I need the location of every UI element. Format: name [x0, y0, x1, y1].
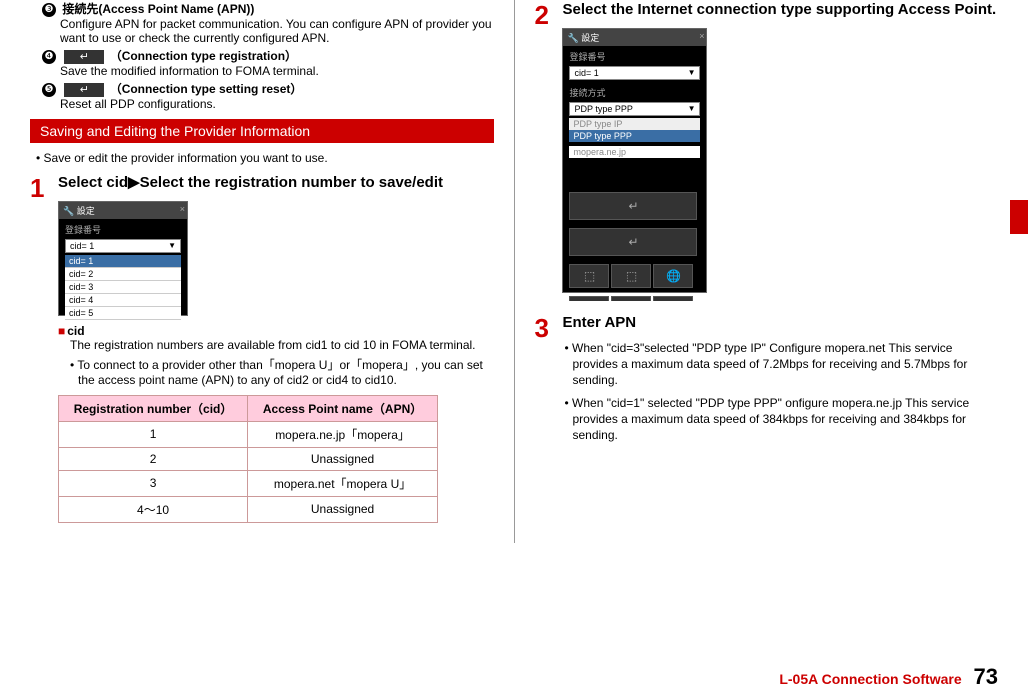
step-1-title: Select cid▶Select the registration numbe…: [58, 173, 494, 193]
close-icon: ×: [180, 204, 185, 214]
table-header-apn: Access Point name（APN）: [248, 395, 438, 421]
cid-selected-value: cid= 1: [70, 241, 94, 251]
cid-select[interactable]: cid= 1 ▼: [569, 66, 700, 80]
settings-button[interactable]: ⚙: [611, 296, 651, 301]
chevron-down-icon: ▼: [688, 104, 696, 114]
save-edit-note: • Save or edit the provider information …: [44, 151, 494, 165]
conn-type-reset-item: ❺ ↵ （Connection type setting reset） Rese…: [30, 80, 494, 111]
step-2: 2 Select the Internet connection type su…: [534, 0, 998, 301]
cid-option[interactable]: cid= 1: [65, 255, 181, 268]
apn-desc: Configure APN for packet communication. …: [60, 17, 494, 45]
section-header: Saving and Editing the Provider Informat…: [30, 119, 494, 143]
reset-button[interactable]: ↵: [569, 228, 697, 256]
cid-explanation: ■cid The registration numbers are availa…: [58, 324, 494, 387]
chevron-down-icon: ▼: [168, 241, 176, 251]
step-1-number: 1: [30, 173, 54, 204]
cid-bullet: • To connect to a provider other than「mo…: [70, 356, 494, 387]
pdp-option[interactable]: PDP type IP: [569, 118, 700, 130]
step-3-number: 3: [534, 313, 558, 344]
reg-number-label: 登録番号: [59, 219, 187, 237]
apn-title: 接続先(Access Point Name (APN)): [62, 2, 254, 16]
conn-reset-desc: Reset all PDP configurations.: [60, 97, 494, 111]
column-divider: [514, 0, 515, 543]
red-square-icon: ■: [58, 324, 65, 338]
page-footer: L-05A Connection Software 73: [779, 664, 998, 690]
table-row: 4～10Unassigned: [59, 496, 438, 522]
apn-field[interactable]: mopera.ne.jp: [569, 146, 700, 158]
edge-tab: [1010, 200, 1028, 234]
cid-select[interactable]: cid= 1 ▼: [65, 239, 181, 253]
signal-button[interactable]: 📶: [653, 296, 693, 301]
step-2-number: 2: [534, 0, 558, 31]
globe-button[interactable]: 🌐: [569, 296, 609, 301]
step-1: 1 Select cid▶Select the registration num…: [30, 173, 494, 531]
enter-icon: ↵: [64, 50, 104, 64]
pdp-option[interactable]: PDP type PPP: [569, 130, 700, 142]
pdp-select[interactable]: PDP type PPP ▼: [569, 102, 700, 116]
table-row: 2Unassigned: [59, 447, 438, 470]
nav-button-3[interactable]: 🌐: [653, 264, 693, 288]
reg-number-label: 登録番号: [563, 46, 706, 64]
enter-button[interactable]: ↵: [569, 192, 697, 220]
window-title: 🔧 設定 ×: [563, 29, 706, 46]
pdp-dropdown[interactable]: PDP type IP PDP type PPP: [569, 118, 700, 142]
conn-reg-desc: Save the modified information to FOMA te…: [60, 64, 494, 78]
step-3-bullet-2: • When "cid=1" selected "PDP type PPP" o…: [562, 395, 998, 444]
step-3-bullet-1: • When "cid=3"selected "PDP type IP" Con…: [562, 340, 998, 389]
chevron-down-icon: ▼: [688, 68, 696, 78]
cid-dropdown[interactable]: cid= 1 cid= 2 cid= 3 cid= 4 cid= 5: [65, 255, 181, 320]
conn-reset-title: （Connection type setting reset）: [110, 82, 303, 96]
marker-3: ❸: [42, 3, 56, 17]
cid-option[interactable]: cid= 4: [65, 294, 181, 307]
page-number: 73: [974, 664, 998, 689]
conn-reg-title: （Connection type registration）: [110, 49, 297, 63]
pdp-selected: PDP type PPP: [574, 104, 632, 114]
nav-button-1[interactable]: ⬚: [569, 264, 609, 288]
marker-5: ❺: [42, 83, 56, 97]
step-2-title: Select the Internet connection type supp…: [562, 0, 998, 20]
step-3-title: Enter APN: [562, 313, 998, 333]
table-header-cid: Registration number（cid）: [59, 395, 248, 421]
table-row: 1mopera.ne.jp「mopera」: [59, 421, 438, 447]
cid-label: cid: [67, 324, 84, 338]
apn-config-item: ❸ 接続先(Access Point Name (APN)) Configure…: [30, 0, 494, 45]
cid-select-screenshot: 🔧 設定 × 登録番号 cid= 1 ▼ cid= 1 cid= 2 cid= …: [58, 201, 188, 316]
table-row: 3mopera.net「mopera U」: [59, 470, 438, 496]
cid-option[interactable]: cid= 3: [65, 281, 181, 294]
settings-icon: 🔧 設定: [63, 204, 95, 217]
cid-value: cid= 1: [574, 68, 598, 78]
cid-desc: The registration numbers are available f…: [70, 338, 494, 352]
nav-button-2[interactable]: ⬚: [611, 264, 651, 288]
connection-method-label: 接続方式: [563, 82, 706, 100]
cid-option[interactable]: cid= 5: [65, 307, 181, 320]
footer-title: L-05A Connection Software: [779, 671, 961, 687]
window-title: 🔧 設定 ×: [59, 202, 187, 219]
settings-icon: 🔧 設定: [567, 31, 599, 44]
cid-option[interactable]: cid= 2: [65, 268, 181, 281]
step-3: 3 Enter APN • When "cid=3"selected "PDP …: [534, 313, 998, 450]
apn-table: Registration number（cid） Access Point na…: [58, 395, 438, 523]
enter-icon: ↵: [64, 83, 104, 97]
conn-type-reg-item: ❹ ↵ （Connection type registration） Save …: [30, 47, 494, 78]
connection-type-screenshot: 🔧 設定 × 登録番号 cid= 1 ▼ 接続方式 PDP type PPP ▼…: [562, 28, 707, 293]
close-icon: ×: [699, 31, 704, 41]
marker-4: ❹: [42, 50, 56, 64]
